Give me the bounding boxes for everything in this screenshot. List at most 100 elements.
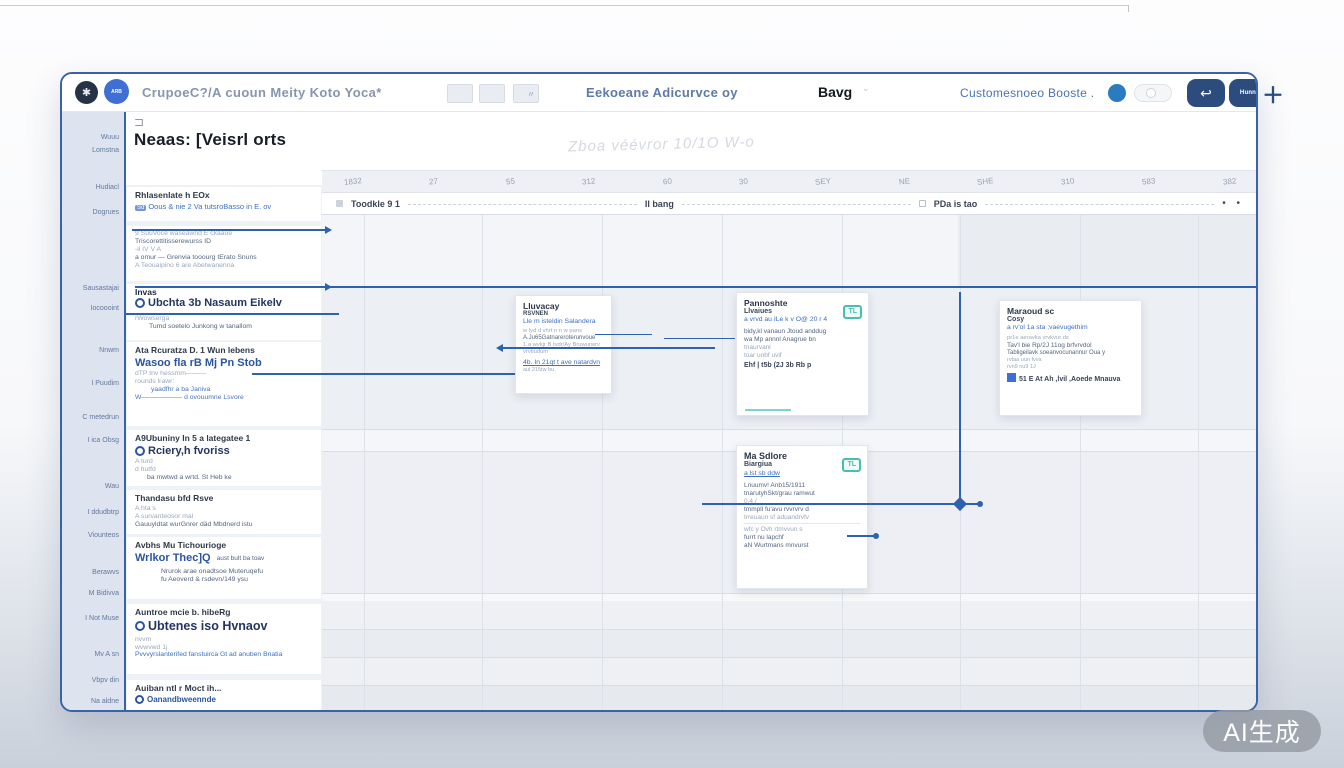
view-mode-button-1[interactable]: [447, 84, 473, 103]
task-link[interactable]: Pvvvyrslanterifed fanstuirca Gt ad anube…: [135, 651, 313, 658]
sidebar-item[interactable]: Mv A sn: [94, 651, 119, 658]
task-title[interactable]: Wrlkor Thec]Qaust bult ba toav: [135, 552, 313, 564]
task-title[interactable]: Ubtenes iso Hvnaov: [135, 619, 313, 633]
sidebar-item[interactable]: Nnwm: [99, 347, 119, 354]
card-line: w lyd d vhrt n n w pans: [523, 328, 604, 334]
sidebar-item[interactable]: Dogrues: [93, 209, 119, 216]
view-mode-button-3[interactable]: 〃: [513, 84, 539, 103]
nav-button[interactable]: Hunn: [1229, 79, 1258, 107]
card-line: trreuaun sf aduandrvfv: [744, 514, 860, 521]
task-title-text: Oanandbweennde: [147, 695, 216, 704]
row-separator: [322, 593, 1258, 594]
sidebar-item[interactable]: I Puudim: [91, 380, 119, 387]
sidebar-item[interactable]: M Bidivva: [89, 590, 119, 597]
sidebar-item[interactable]: Iocoooint: [91, 305, 119, 312]
sidebar-item[interactable]: C metedrun: [82, 414, 119, 421]
sidebar-item[interactable]: I ddudbtrp: [87, 509, 119, 516]
task-line: yaadfhr a ba Janiva: [151, 386, 313, 393]
teal-progress-bar: [745, 409, 791, 411]
timeline-tick: SHE: [977, 176, 994, 187]
card-link[interactable]: Lle m isteldin Salandera: [523, 318, 604, 325]
sidebar-item[interactable]: Lomstna: [92, 147, 119, 154]
phase-3-label[interactable]: PDa is tao: [934, 199, 978, 209]
view-selector[interactable]: Bavg: [818, 84, 852, 100]
card-subtitle: RSVNEN: [523, 311, 604, 317]
card-subtitle: Cosy: [1007, 316, 1134, 323]
app-logo-icon[interactable]: ✱: [75, 81, 98, 104]
card-line: vrvtiudum: [523, 349, 604, 355]
customize-board-link[interactable]: Customesnoeo Booste .: [960, 86, 1094, 100]
collapse-panel-icon[interactable]: ⊐: [134, 115, 144, 129]
task-card[interactable]: 9 SuuVocé waseawnd E ckaaue Triscorettit…: [127, 226, 321, 281]
task-card[interactable]: A9Ubuniny In 5 a lategatee 1 Rciery,h fv…: [127, 430, 321, 486]
timeline-card-pannoshte[interactable]: Pannoshte Llvaiues TL a vrvd au ILe k v …: [736, 292, 869, 416]
phase-2-label[interactable]: Il bang: [645, 199, 674, 209]
task-line: Gauuyldtat wurGnrer däd Mbdnerd istu: [135, 521, 313, 528]
sidebar-item[interactable]: Wuuu: [101, 134, 119, 141]
add-panel-button[interactable]: ＋: [1262, 78, 1284, 110]
timeline-ticks: 183227553126030SEYNESHE310583382: [322, 170, 1258, 193]
status-circle-icon[interactable]: [135, 446, 145, 456]
gridline: [722, 215, 723, 712]
sidebar-item[interactable]: I Not Muse: [85, 615, 119, 622]
task-card[interactable]: Thandasu bfd Rsve A hta s A survanteosor…: [127, 490, 321, 534]
phase-1-label[interactable]: Toodkle 9 1: [351, 199, 400, 209]
task-card[interactable]: Rhlasenlate h EOx SdOous & nie 2 Va tuts…: [127, 187, 321, 221]
card-link[interactable]: a rv'ol 1a sta ;vaevugethim: [1007, 324, 1134, 331]
sidebar-item[interactable]: Na aldne: [91, 698, 119, 705]
task-line: Tumd soetelo Junkong w tanallom: [149, 323, 313, 330]
canvas-stripe: [322, 629, 1258, 657]
card-line: Lnuumv! Anb15/1911: [744, 482, 860, 489]
task-title-suffix: aust bult ba toav: [217, 555, 265, 562]
dependency-line: [702, 503, 960, 505]
phase-checkbox-icon[interactable]: [919, 200, 926, 207]
sidebar-item[interactable]: Wau: [105, 483, 119, 490]
task-card[interactable]: Auntroe mcie b. hibeRg Ubtenes iso Hvnao…: [127, 604, 321, 674]
task-title[interactable]: Oanandbweennde: [135, 695, 313, 704]
card-footer-link[interactable]: 4b. In 21qt t ave natardvn: [523, 359, 604, 366]
task-card[interactable]: Ata Rcuratza D. 1 Wun lebens Wasoo fla r…: [127, 342, 321, 426]
workspace-avatar[interactable]: ARB: [104, 79, 129, 104]
task-card[interactable]: Auiban ntl r Moct ih... Oanandbweennde: [127, 680, 321, 712]
toolbar: ✱ ARB CrupoeC?/A cuoun Meity Koto Yoca* …: [62, 74, 1258, 112]
task-tag: Invas: [135, 287, 313, 297]
sidebar-item[interactable]: Berawvs: [92, 569, 119, 576]
timeline-card-maraoud[interactable]: Maraoud sc Cosy a rv'ol 1a sta ;vaevuget…: [999, 300, 1142, 416]
back-link-button[interactable]: ↩: [1187, 79, 1225, 107]
dependency-line: [252, 373, 515, 375]
card-line: tmmpll fu'avu rvvrvrv d: [744, 506, 860, 513]
timeline-tick: 1832: [344, 176, 363, 187]
task-title-text: Ubtenes iso Hvnaov: [148, 619, 267, 633]
gridline: [602, 215, 603, 712]
status-dot-button[interactable]: [1108, 84, 1126, 102]
status-circle-icon[interactable]: [135, 695, 144, 704]
task-title[interactable]: Ubchta 3b Nasaum Eikelv: [135, 297, 313, 309]
phase-divider: [985, 204, 1214, 205]
chevron-down-icon: ⌄: [862, 83, 870, 94]
card-title: Lluvacay: [523, 301, 604, 311]
doc-icon: Sd: [135, 205, 146, 211]
dependency-line: [847, 535, 875, 537]
task-card[interactable]: Avbhs Mu Tichourioge Wrlkor Thec]Qaust b…: [127, 537, 321, 599]
dependency-line-vertical: [959, 292, 961, 505]
status-circle-icon[interactable]: [135, 621, 145, 631]
task-card[interactable]: Invas Ubchta 3b Nasaum Eikelv rWowserga …: [127, 284, 321, 340]
task-title[interactable]: Rciery,h fvoriss: [135, 445, 313, 457]
timeline-card-sdlore[interactable]: Ma Sdlore Biargiua TL a lst sb ddw Lnuum…: [736, 445, 868, 589]
task-title[interactable]: Wasoo fla rB Mj Pn Stob: [135, 357, 313, 369]
sidebar-item[interactable]: Viounteos: [88, 532, 119, 539]
task-line: rounds lrawr:: [135, 378, 313, 385]
timeline-card-lluvacay[interactable]: Lluvacay RSVNEN Lle m isteldin Salandera…: [515, 295, 612, 394]
view-mode-button-2[interactable]: [479, 84, 505, 103]
status-circle-icon[interactable]: [135, 298, 145, 308]
task-title-text: Rciery,h fvoriss: [148, 445, 230, 457]
sidebar-item[interactable]: I ica Obsg: [87, 437, 119, 444]
task-link[interactable]: SdOous & nie 2 Va tutsroBasso in E. ov: [135, 202, 313, 211]
toggle-switch[interactable]: [1134, 84, 1172, 102]
task-heading: Thandasu bfd Rsve: [135, 493, 313, 503]
sidebar-item[interactable]: Vbpv din: [92, 677, 119, 684]
card-badge: TL: [843, 305, 862, 319]
ghost-annotation: Zboa véévror 10/1O W-o: [568, 134, 755, 156]
sidebar-item[interactable]: Sausastajai: [83, 285, 119, 292]
sidebar-item[interactable]: Hudiacl: [96, 184, 119, 191]
